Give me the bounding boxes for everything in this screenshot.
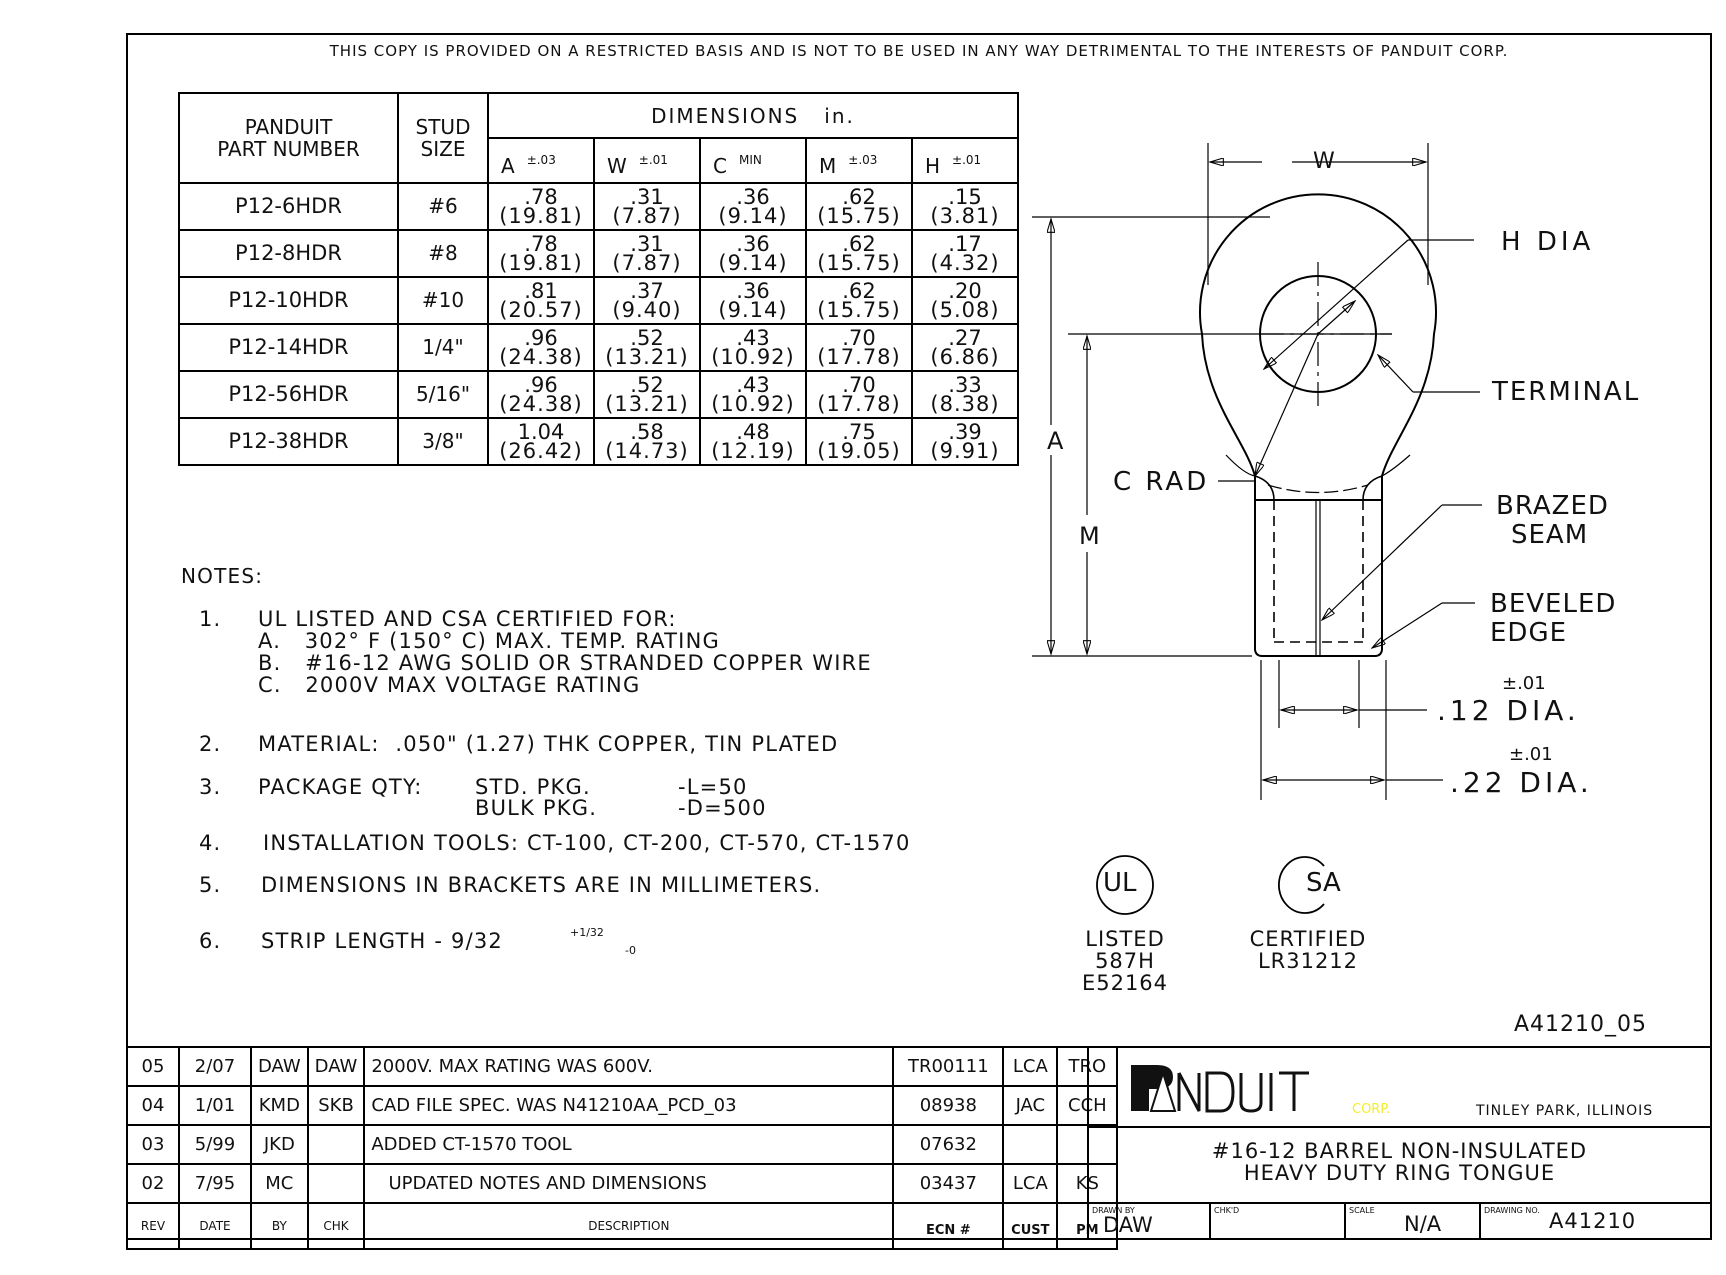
revision-ecn: 07632 [892,1124,1005,1165]
revision-row: 03 5/99 JKD ADDED CT-1570 TOOL 07632 [126,1124,1119,1165]
drawing-title-line1: #16-12 BARREL NON-INSULATED [1211,1139,1588,1163]
date-header: DATE [178,1202,252,1250]
cust-header: CUST [1002,1202,1059,1250]
chk-header: CHK [306,1202,366,1250]
revision-chk: SKB [306,1085,366,1126]
label-tol-12: ±.01 [1502,673,1546,694]
revision-rev: 04 [126,1085,180,1126]
approval-row: DRAWN BY DAW CHK'D SCALE N/A DRAWING NO.… [1089,1204,1710,1238]
label-dia-12: .12 DIA. [1437,694,1580,727]
revision-rev: 02 [126,1163,180,1204]
csa-line-2: LR31212 [1257,949,1359,973]
title-row: #16-12 BARREL NON-INSULATED HEAVY DUTY R… [1089,1128,1710,1204]
csa-symbol-text: SA [1306,868,1341,898]
corp-label: CORP. [1352,1102,1391,1117]
ul-listing: LISTED 587H E52164 [1068,928,1182,994]
label-tol-22: ±.01 [1509,744,1553,765]
revision-desc: 2000V. MAX RATING WAS 600V. [363,1046,895,1087]
drawing-no-label: DRAWING NO. [1484,1206,1540,1215]
revision-date: 2/07 [178,1046,252,1087]
ul-line-2: 587H [1095,949,1155,973]
scale-label: SCALE [1349,1206,1375,1215]
label-seam: SEAM [1511,520,1589,550]
revision-by: JKD [250,1124,309,1165]
revision-table: 05 2/07 DAW DAW 2000V. MAX RATING WAS 600V. T… [126,1046,1119,1250]
barrel-fillet-right [1362,475,1383,501]
revision-cust: LCA [1002,1046,1059,1087]
revision-chk [306,1163,366,1204]
drawn-by-value: DAW [1103,1213,1153,1237]
revision-rev: 03 [126,1124,180,1165]
ul-line-1: LISTED [1085,927,1165,951]
revision-row: 05 2/07 DAW DAW 2000V. MAX RATING WAS 600V. T… [126,1046,1119,1087]
revision-by: KMD [250,1085,309,1126]
ul-symbol-text: UL [1103,868,1137,898]
revision-chk: DAW [306,1046,366,1087]
revision-date: 1/01 [178,1085,252,1126]
location: TINLEY PARK, ILLINOIS [1476,1103,1654,1119]
revision-ecn: 08938 [892,1085,1005,1126]
label-brazed: BRAZED [1496,491,1609,521]
by-header: BY [250,1202,309,1250]
revision-cust: JAC [1002,1085,1059,1126]
revision-desc: CAD FILE SPEC. WAS N41210AA_PCD_03 [363,1085,895,1126]
drawing-title-line2: HEAVY DUTY RING TONGUE [1243,1161,1556,1185]
revision-cust: LCA [1002,1163,1059,1204]
logo-row: CORP. TINLEY PARK, ILLINOIS [1089,1048,1710,1128]
label-terminal: TERMINAL [1492,377,1641,407]
title-block: CORP. TINLEY PARK, ILLINOIS #16-12 BARRE… [1087,1046,1712,1240]
revision-desc: UPDATED NOTES AND DIMENSIONS [363,1163,895,1204]
revision-by: DAW [250,1046,309,1087]
revision-desc: ADDED CT-1570 TOOL [363,1124,895,1165]
revision-date: 7/95 [178,1163,252,1204]
revision-ecn: 03437 [892,1163,1005,1204]
checked-label: CHK'D [1214,1206,1240,1215]
revision-header-row: REV DATE BY CHK DESCRIPTION ECN # CUST P… [126,1202,1119,1250]
barrel-fillet-left [1254,475,1275,501]
drawing-title: #16-12 BARREL NON-INSULATED HEAVY DUTY R… [1089,1140,1710,1184]
rev-header: REV [126,1202,180,1250]
revision-by: MC [250,1163,309,1204]
ecn-header: ECN # [892,1202,1005,1250]
ul-line-3: E52164 [1081,971,1169,995]
c-rad-arc-bottom [1267,484,1369,494]
revision-cust [1002,1124,1059,1165]
label-beveled: BEVELED [1490,589,1617,619]
label-a: A [1047,427,1064,455]
h-dia-leader-diagonal [1264,239,1409,369]
drawing-reference: A41210_05 [1514,1012,1648,1037]
label-m: M [1079,522,1100,550]
csa-certification: CERTIFIED LR31212 [1228,928,1388,972]
revision-row: 02 7/95 MC UPDATED NOTES AND DIMENSIONS 034… [126,1163,1119,1204]
scale-value: N/A [1404,1212,1442,1236]
label-c-rad: C RAD [1113,467,1210,497]
revision-date: 5/99 [178,1124,252,1165]
revision-chk [306,1124,366,1165]
revision-rev: 05 [126,1046,180,1087]
label-dia-22: .22 DIA. [1450,766,1593,799]
h-dia-arrow-upper [1317,301,1355,335]
panduit-logo-icon [1131,1065,1309,1113]
label-w: W [1313,149,1335,174]
label-h-dia: H DIA [1501,227,1595,257]
terminal-leader-diagonal [1378,355,1414,393]
revision-row: 04 1/01 KMD SKB CAD FILE SPEC. WAS N41210AA_… [126,1085,1119,1126]
barrel-bottom-edge [1254,649,1383,657]
label-edge: EDGE [1490,618,1568,648]
revision-ecn: TR00111 [892,1046,1005,1087]
csa-line-1: CERTIFIED [1249,927,1367,951]
drawing-no-value: A41210 [1549,1209,1637,1233]
description-header: DESCRIPTION [363,1202,895,1250]
